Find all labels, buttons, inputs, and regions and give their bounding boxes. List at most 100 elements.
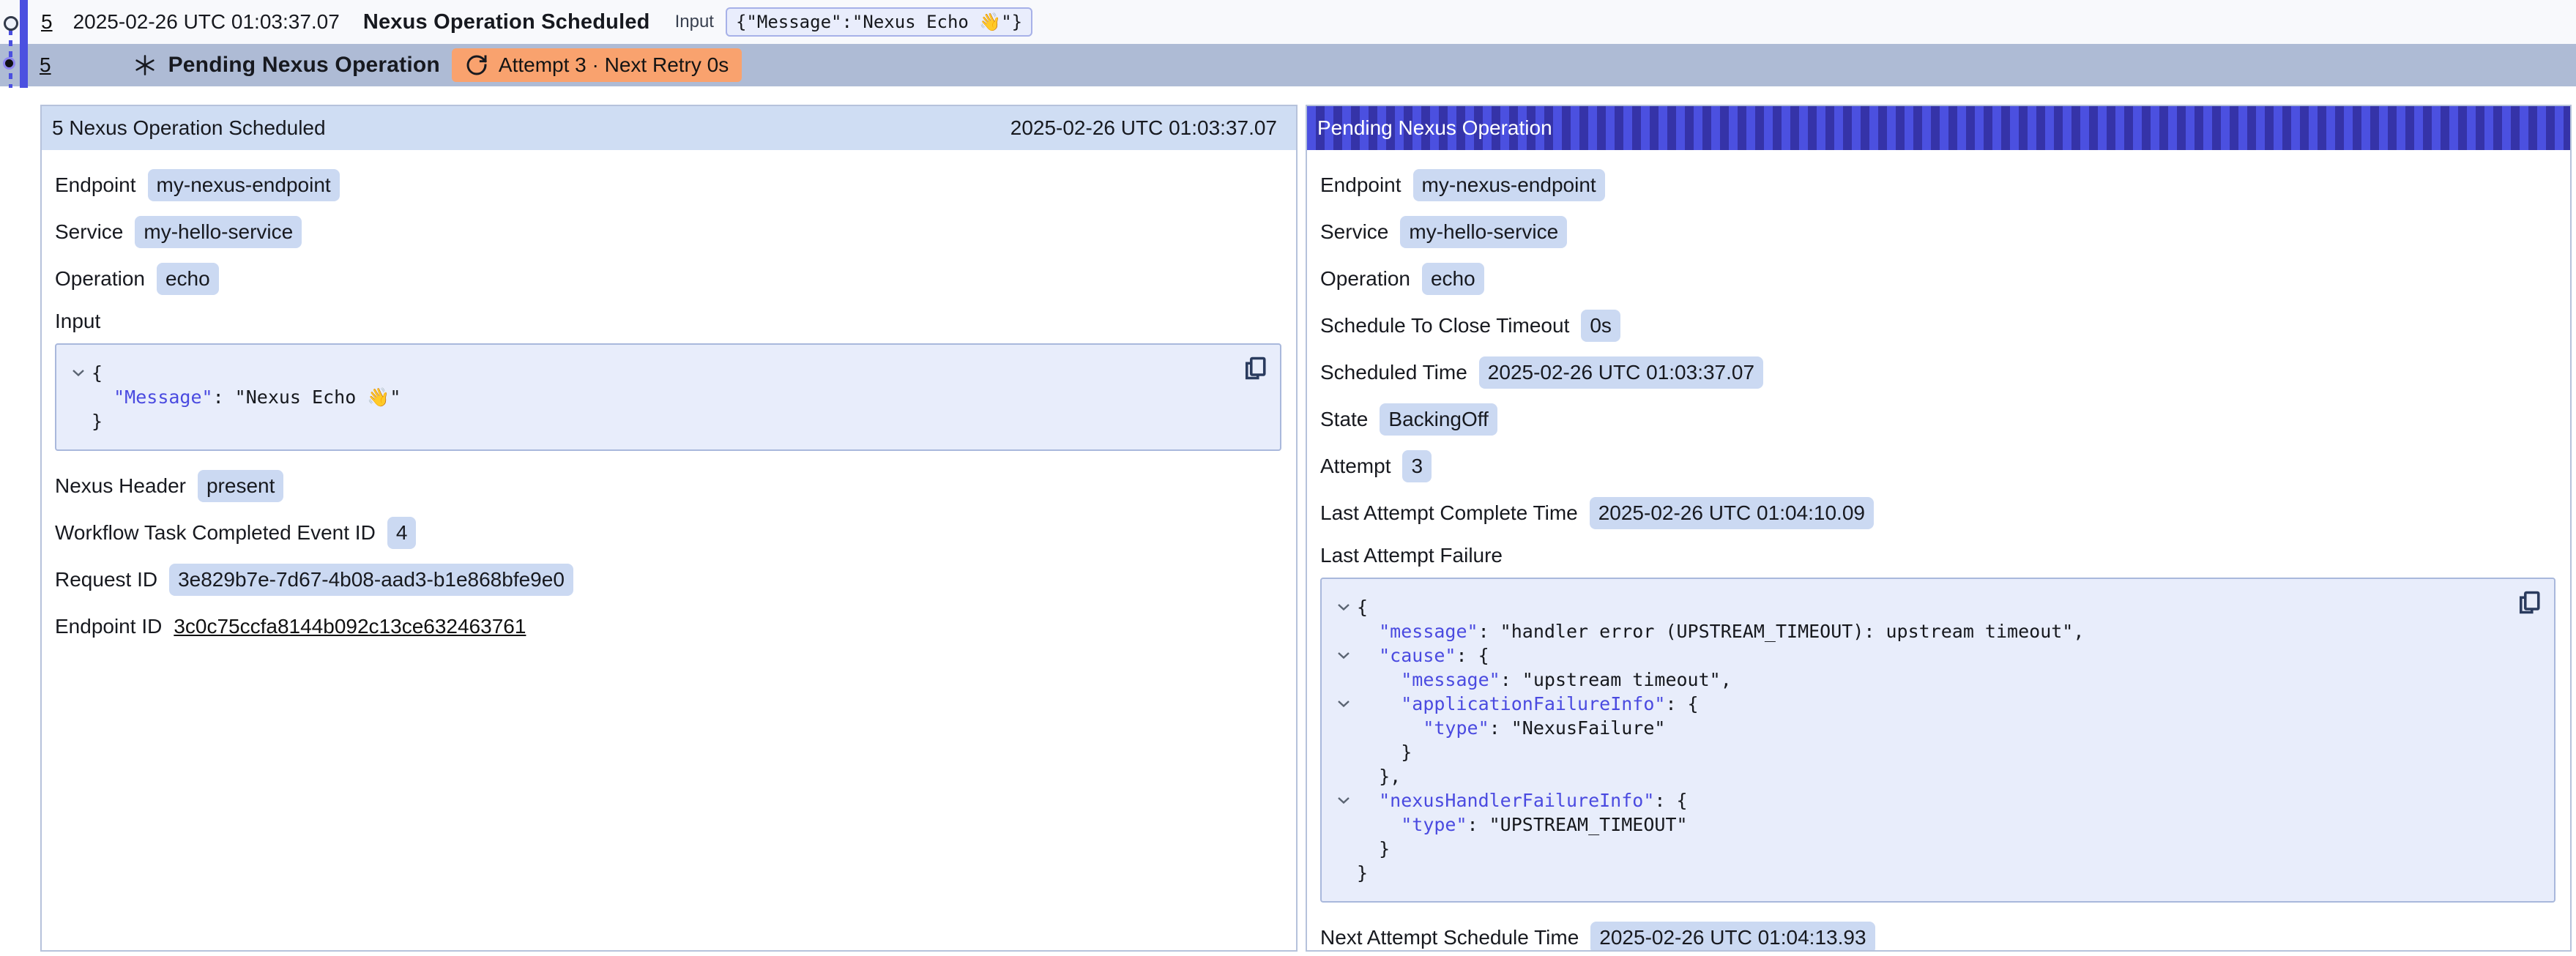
field-row: Nexus Headerpresent bbox=[55, 470, 1281, 502]
pending-card-header: Pending Nexus Operation bbox=[1307, 106, 2570, 150]
field-row: Attempt 3 bbox=[1320, 450, 2555, 482]
field-value-badge: 3e829b7e-7d67-4b08-aad3-b1e868bfe9e0 bbox=[169, 564, 573, 596]
event-card-body: Endpoint my-nexus-endpoint Service my-hello… bbox=[42, 150, 1296, 643]
attempt-retry-badge: Attempt 3 · Next Retry 0s bbox=[452, 48, 742, 82]
pending-asterisk-icon bbox=[133, 53, 157, 77]
code-gutter bbox=[1330, 813, 1357, 837]
field-label: Endpoint bbox=[55, 173, 136, 197]
timeline-open-circle-icon bbox=[4, 16, 18, 31]
code-gutter bbox=[1330, 668, 1357, 692]
collapse-chevron-down-icon[interactable] bbox=[1330, 788, 1357, 813]
code-line: } bbox=[1330, 861, 2510, 885]
field-label: Last Attempt Complete Time bbox=[1320, 501, 1578, 525]
code-line: "Message": "Nexus Echo 👋" bbox=[65, 385, 1236, 409]
event-input-label: Input bbox=[675, 12, 714, 32]
field-label: Endpoint ID bbox=[55, 615, 162, 638]
field-row: Service my-hello-service bbox=[1320, 216, 2555, 248]
field-row: Endpointmy-nexus-endpoint bbox=[1320, 169, 2555, 201]
field-row: StateBackingOff bbox=[1320, 403, 2555, 436]
field-value-badge: 4 bbox=[387, 517, 417, 549]
pending-nexus-operation-row[interactable]: 5 Pending Nexus Operation Attempt 3 · Ne… bbox=[0, 44, 2576, 86]
event-id-link[interactable]: 5 bbox=[41, 10, 53, 34]
event-fields: Endpoint my-nexus-endpoint Service my-hello… bbox=[55, 169, 1281, 295]
code-text: "type": "NexusFailure" bbox=[1357, 716, 1665, 740]
field-row: Operation echo bbox=[1320, 263, 2555, 295]
field-value-badge: my-hello-service bbox=[1400, 216, 1567, 248]
code-gutter bbox=[1330, 740, 1357, 764]
field-label: Schedule To Close Timeout bbox=[1320, 314, 1569, 337]
code-gutter bbox=[1330, 619, 1357, 643]
event-history-timeline: 5 2025-02-26 UTC 01:03:37.07 Nexus Opera… bbox=[0, 0, 2576, 86]
failure-json-block: { "message": "handler error (UPSTREAM_TI… bbox=[1320, 578, 2555, 903]
field-value-badge: echo bbox=[157, 263, 219, 295]
field-row: Request ID3e829b7e-7d67-4b08-aad3-b1e868… bbox=[55, 564, 1281, 596]
field-row: Last Attempt Complete Time2025-02-26 UTC… bbox=[1320, 497, 2555, 529]
pending-card-title: Pending Nexus Operation bbox=[1317, 116, 1552, 140]
field-value-badge: my-hello-service bbox=[135, 216, 302, 248]
field-label: Attempt bbox=[1320, 455, 1391, 478]
pending-title: Pending Nexus Operation bbox=[168, 53, 440, 78]
field-label: Service bbox=[55, 220, 123, 244]
code-line: }, bbox=[1330, 764, 2510, 788]
nexus-operation-scheduled-card: 5 Nexus Operation Scheduled 2025-02-26 U… bbox=[40, 105, 1298, 952]
code-text: "type": "UPSTREAM_TIMEOUT" bbox=[1357, 813, 1688, 837]
field-label: Next Attempt Schedule Time bbox=[1320, 926, 1579, 949]
field-value-link[interactable]: 3c0c75ccfa8144b092c13ce632463761 bbox=[174, 612, 526, 641]
code-text: { bbox=[92, 361, 103, 385]
event-card-title: 5 Nexus Operation Scheduled bbox=[52, 116, 326, 140]
retry-icon bbox=[465, 53, 488, 77]
collapse-chevron-down-icon[interactable] bbox=[1330, 595, 1357, 619]
input-json-block: { "Message": "Nexus Echo 👋"} bbox=[55, 343, 1281, 451]
pending-fields: Endpointmy-nexus-endpoint Service my-hello… bbox=[1320, 169, 2555, 529]
failure-section-label: Last Attempt Failure bbox=[1320, 544, 2555, 567]
timeline-active-bar bbox=[20, 0, 28, 88]
field-value-badge: BackingOff bbox=[1380, 403, 1497, 436]
code-gutter bbox=[65, 409, 92, 433]
copy-icon[interactable] bbox=[1242, 355, 1268, 381]
code-line: "message": "handler error (UPSTREAM_TIME… bbox=[1330, 619, 2510, 643]
field-label: Scheduled Time bbox=[1320, 361, 1467, 384]
field-row: Service my-hello-service bbox=[55, 216, 1281, 248]
code-line: "cause": { bbox=[1330, 643, 2510, 668]
code-text: "Message": "Nexus Echo 👋" bbox=[92, 385, 401, 409]
code-text: "message": "handler error (UPSTREAM_TIME… bbox=[1357, 619, 2084, 643]
pending-event-id-link[interactable]: 5 bbox=[40, 53, 51, 77]
collapse-chevron-down-icon[interactable] bbox=[1330, 643, 1357, 668]
event-detail-cards: 5 Nexus Operation Scheduled 2025-02-26 U… bbox=[40, 105, 2576, 952]
timeline-filled-circle-icon bbox=[3, 57, 15, 70]
code-text: "applicationFailureInfo": { bbox=[1357, 692, 1699, 716]
field-value-badge: 3 bbox=[1402, 450, 1432, 482]
field-row: Scheduled Time 2025-02-26 UTC 01:03:37.07 bbox=[1320, 356, 2555, 389]
pending-nexus-operation-card: Pending Nexus Operation Endpointmy-nexus… bbox=[1306, 105, 2572, 952]
copy-icon[interactable] bbox=[2516, 589, 2542, 616]
field-label: Operation bbox=[1320, 267, 1410, 291]
code-text: } bbox=[1357, 837, 1390, 861]
collapse-chevron-down-icon[interactable] bbox=[65, 361, 92, 385]
field-value-badge: echo bbox=[1422, 263, 1484, 295]
field-label: Workflow Task Completed Event ID bbox=[55, 521, 376, 545]
code-line: } bbox=[1330, 837, 2510, 861]
code-line: "type": "NexusFailure" bbox=[1330, 716, 2510, 740]
event-card-timestamp: 2025-02-26 UTC 01:03:37.07 bbox=[1010, 116, 1277, 140]
code-text: } bbox=[1357, 740, 1412, 764]
field-value-badge: 0s bbox=[1581, 310, 1620, 342]
field-row: Endpoint my-nexus-endpoint bbox=[55, 169, 1281, 201]
code-text: "nexusHandlerFailureInfo": { bbox=[1357, 788, 1688, 813]
field-value-badge: 2025-02-26 UTC 01:03:37.07 bbox=[1479, 356, 1763, 389]
code-text: }, bbox=[1357, 764, 1401, 788]
code-line: "type": "UPSTREAM_TIMEOUT" bbox=[1330, 813, 2510, 837]
event-row-nexus-operation-scheduled[interactable]: 5 2025-02-26 UTC 01:03:37.07 Nexus Opera… bbox=[0, 0, 2576, 44]
field-label: Service bbox=[1320, 220, 1388, 244]
field-row: Workflow Task Completed Event ID 4 bbox=[55, 517, 1281, 549]
attempt-retry-text: Attempt 3 · Next Retry 0s bbox=[499, 53, 729, 77]
event-card-header: 5 Nexus Operation Scheduled 2025-02-26 U… bbox=[42, 106, 1296, 150]
collapse-chevron-down-icon[interactable] bbox=[1330, 692, 1357, 716]
field-label: Nexus Header bbox=[55, 474, 186, 498]
field-label: Operation bbox=[55, 267, 145, 291]
code-line: "nexusHandlerFailureInfo": { bbox=[1330, 788, 2510, 813]
code-line: } bbox=[1330, 740, 2510, 764]
event-fields-after: Nexus Headerpresent Workflow Task Complet… bbox=[55, 470, 1281, 643]
code-text: } bbox=[1357, 861, 1368, 885]
field-value-badge: my-nexus-endpoint bbox=[148, 169, 340, 201]
code-gutter bbox=[65, 385, 92, 409]
